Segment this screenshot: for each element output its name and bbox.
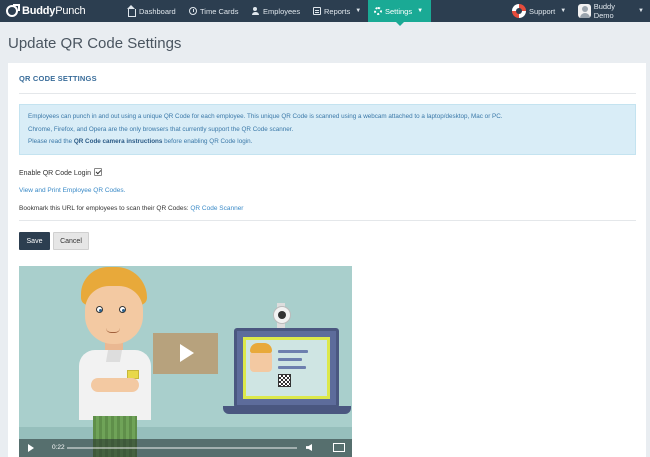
id-line: [278, 358, 302, 361]
enable-qr-login-checkbox[interactable]: [94, 168, 102, 176]
id-line: [278, 366, 306, 369]
nav-dashboard-label: Dashboard: [139, 6, 176, 16]
character-collar: [105, 350, 123, 362]
info-line-3: Please read the QR Code camera instructi…: [28, 138, 253, 145]
chevron-down-icon: ▼: [560, 8, 567, 14]
id-card: [243, 337, 330, 399]
video-progress-track[interactable]: [67, 447, 297, 449]
character-head: [85, 286, 143, 344]
play-icon[interactable]: [28, 444, 34, 452]
id-line: [278, 350, 308, 353]
top-navbar: BuddyPunch Dashboard Time Cards Employee…: [0, 0, 650, 26]
info-line-2: Chrome, Firefox, and Opera are the only …: [28, 125, 294, 133]
laptop-base: [223, 406, 351, 414]
video-time: 0:22: [52, 444, 65, 451]
character-eye: [119, 306, 126, 313]
nav-settings[interactable]: Settings ▼: [368, 0, 431, 26]
nav-employees-label: Employees: [263, 6, 301, 16]
brand-logo[interactable]: BuddyPunch: [6, 3, 86, 19]
nav-employees[interactable]: Employees: [246, 0, 306, 22]
brand-name: BuddyPunch: [22, 5, 86, 17]
id-photo: [250, 343, 272, 372]
laptop-screen: [234, 328, 339, 408]
gear-icon: [374, 7, 382, 15]
chevron-down-icon: ▼: [638, 8, 644, 14]
video-controls: 0:22: [19, 439, 352, 457]
nav-settings-label: Settings: [385, 6, 413, 16]
users-icon: [252, 7, 260, 15]
fullscreen-icon[interactable]: [333, 443, 345, 452]
page-title: Update QR Code Settings: [8, 35, 182, 52]
nav-reports-label: Reports: [324, 6, 351, 16]
camera-instructions-link[interactable]: QR Code camera instructions: [74, 138, 163, 145]
save-button[interactable]: Save: [19, 232, 50, 250]
enable-qr-login-row: Enable QR Code Login: [19, 168, 102, 177]
support-label: Support: [529, 6, 556, 16]
nav-dashboard[interactable]: Dashboard: [122, 0, 182, 22]
divider: [19, 93, 636, 94]
volume-icon[interactable]: [306, 444, 312, 451]
qr-scanner-link[interactable]: QR Code Scanner: [190, 205, 243, 212]
view-print-qr-link[interactable]: View and Print Employee QR Codes.: [19, 187, 125, 194]
webcam-icon: [273, 306, 291, 324]
nav-reports[interactable]: Reports ▼: [307, 0, 367, 22]
panel-title: QR CODE SETTINGS: [19, 74, 97, 83]
home-icon: [127, 4, 136, 17]
support-menu[interactable]: Support ▼: [506, 0, 572, 22]
chevron-down-icon: ▼: [417, 8, 424, 14]
divider: [19, 220, 636, 221]
reports-icon: [313, 7, 321, 15]
nav-time-cards-label: Time Cards: [200, 6, 239, 16]
lifebuoy-icon: [512, 4, 526, 18]
qr-settings-panel: QR CODE SETTINGS Employees can punch in …: [8, 63, 646, 457]
bookmark-row: Bookmark this URL for employees to scan …: [19, 205, 243, 212]
user-avatar-icon: [578, 4, 591, 18]
clock-icon: [189, 7, 197, 15]
chevron-down-icon: ▼: [355, 8, 362, 14]
character-arms: [91, 378, 139, 392]
character-eye: [96, 306, 103, 313]
cancel-button[interactable]: Cancel: [53, 232, 89, 250]
user-menu[interactable]: Buddy Demo ▼: [572, 0, 650, 22]
nav-time-cards[interactable]: Time Cards: [183, 0, 244, 22]
tutorial-video[interactable]: 0:22: [19, 266, 352, 457]
play-icon: [180, 344, 194, 362]
logo-mark-icon: [6, 4, 20, 17]
info-alert: Employees can punch in and out using a u…: [19, 104, 636, 155]
qr-code-icon: [278, 374, 291, 387]
video-play-button[interactable]: [153, 333, 218, 374]
user-label: Buddy Demo: [593, 2, 615, 20]
info-line-1: Employees can punch in and out using a u…: [28, 113, 503, 120]
enable-qr-login-label: Enable QR Code Login: [19, 170, 91, 177]
bookmark-text: Bookmark this URL for employees to scan …: [19, 205, 191, 212]
